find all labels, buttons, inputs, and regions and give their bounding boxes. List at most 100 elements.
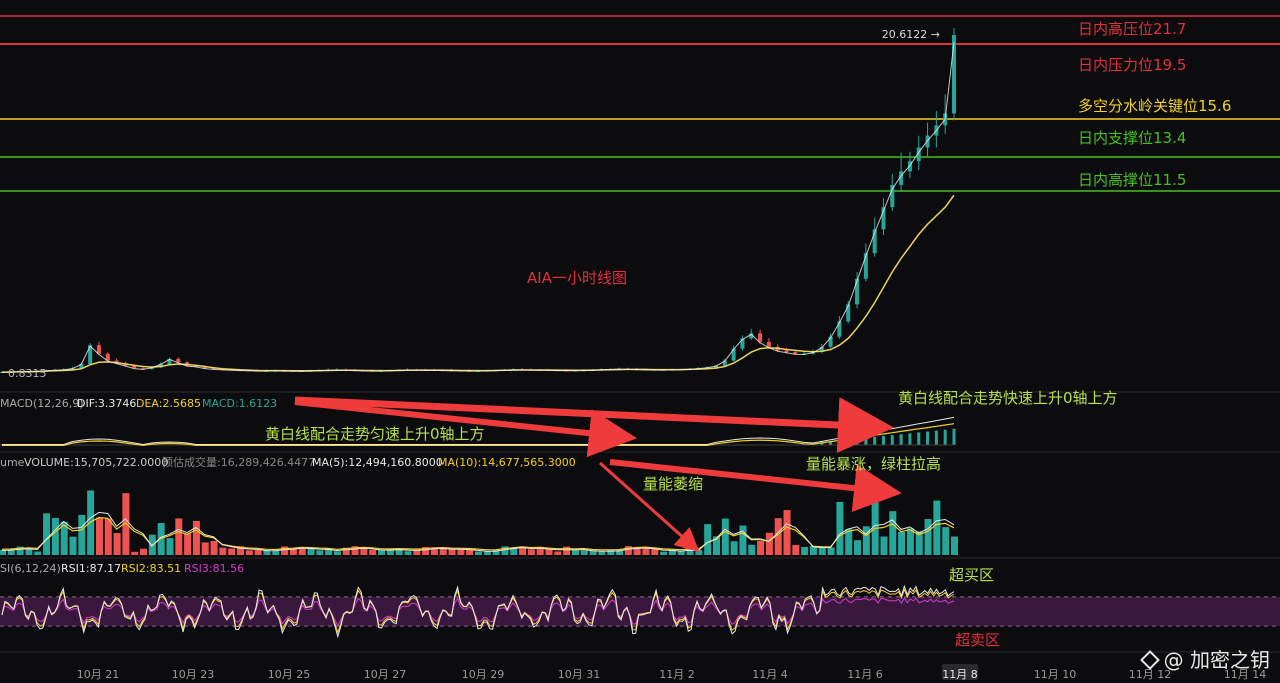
volume-bar — [281, 546, 289, 555]
volume-bar — [254, 549, 262, 555]
macd-annotation-2: 黄白线配合走势快速上升0轴上方 — [898, 389, 1118, 407]
volume-ma5: MA(5):12,494,160.8000 — [312, 456, 443, 469]
volume-bar — [131, 551, 139, 555]
rsi-overbought-label: 超买区 — [949, 566, 994, 584]
volume-bar — [730, 541, 738, 555]
level-label: 日内支撑位13.4 — [1078, 129, 1186, 147]
volume-bar — [571, 549, 579, 555]
candle-body — [766, 341, 771, 347]
macd-bar — [864, 437, 868, 445]
chart-title: AIA一小时线图 — [527, 269, 627, 287]
volume-bar — [272, 551, 280, 555]
candle-body — [784, 350, 789, 353]
rsi1-value: RSI1:87.17 — [61, 562, 121, 575]
volume-bar — [818, 546, 826, 555]
watermark: @ 加密之钥 — [1140, 644, 1270, 673]
rsi3-value: RSI3:81.56 — [184, 562, 244, 575]
volume-bar — [104, 518, 112, 555]
macd-annotation-1: 黄白线配合走势匀速上升0轴上方 — [265, 425, 485, 443]
volume-annotation-2: 量能暴涨，绿柱拉高 — [806, 455, 941, 473]
volume-bar — [704, 524, 712, 555]
x-axis: 10月 21 10月 23 10月 25 10月 27 10月 29 10月 31 11月 … — [77, 664, 1266, 681]
volume-bar — [783, 510, 791, 555]
volume-bar — [404, 551, 412, 555]
x-tick-label: 10月 29 — [462, 668, 505, 681]
volume-bar — [192, 520, 200, 555]
candle-body — [758, 333, 763, 342]
volume-bar — [880, 536, 888, 555]
volume-bar — [933, 500, 941, 555]
macd-bar — [899, 434, 903, 445]
volume-bar — [113, 533, 121, 555]
volume-bar — [475, 551, 482, 555]
binance-square-icon — [1140, 650, 1158, 668]
volume-bar — [527, 549, 535, 555]
level-label: 多空分水岭关键位15.6 — [1078, 97, 1231, 115]
volume-value: VOLUME:15,705,722.0000 — [24, 456, 168, 469]
rsi-header-label: SI(6,12,24) — [0, 562, 61, 575]
volume-bar — [140, 548, 148, 555]
macd-dif: DIF:3.3746 — [77, 397, 136, 410]
macd-bar — [943, 429, 947, 445]
volume-bar — [563, 546, 571, 555]
ma-fast-line — [1, 41, 955, 373]
volume-bar — [757, 541, 765, 555]
volume-bar — [69, 536, 77, 555]
x-tick-label: 10月 21 — [77, 668, 120, 681]
macd-bar — [890, 435, 894, 445]
volume-bar — [748, 544, 756, 555]
macd-bar — [837, 440, 841, 445]
x-tick-label: 11月 6 — [847, 668, 883, 681]
volume-bar — [951, 536, 958, 555]
volume-header-label: ume — [0, 456, 25, 469]
macd-bar — [917, 432, 921, 445]
volume-bar — [924, 519, 932, 555]
macd-value: MACD:1.6123 — [202, 397, 277, 410]
x-tick-label: 11月 10 — [1034, 668, 1077, 681]
x-tick-label: 10月 31 — [558, 668, 601, 681]
volume-ma5-line — [1, 511, 955, 552]
volume-bar — [360, 548, 368, 555]
x-tick-label: 11月 2 — [659, 668, 695, 681]
volume-bar — [228, 548, 236, 555]
volume-bar — [87, 490, 95, 555]
volume-bar — [827, 547, 835, 555]
candle-body — [952, 35, 956, 114]
volume-bar — [43, 513, 51, 555]
volume-bar — [175, 518, 183, 555]
level-label: 日内压力位19.5 — [1078, 56, 1186, 74]
volume-bar — [801, 546, 809, 555]
macd-dea: DEA:2.5685 — [136, 397, 201, 410]
volume-bar — [739, 525, 747, 555]
volume-bar — [245, 550, 253, 555]
volume-annotation-1: 量能萎缩 — [643, 475, 703, 493]
macd-bar — [873, 436, 877, 445]
volume-bar — [862, 526, 870, 555]
volume-bar — [598, 551, 606, 555]
x-tick-label: 10月 27 — [364, 668, 407, 681]
x-tick-label: 11月 4 — [752, 668, 788, 681]
volume-bar — [439, 548, 447, 555]
volume-bar — [545, 549, 553, 555]
start-price-label: 0.8315 — [8, 367, 47, 380]
volume-bar — [219, 547, 227, 555]
volume-bar — [34, 551, 42, 555]
macd-bar — [952, 428, 956, 445]
rsi2-value: RSI2:83.51 — [121, 562, 181, 575]
x-tick-label: 10月 23 — [172, 668, 215, 681]
volume-bar — [942, 527, 950, 555]
level-label: 日内高压位21.7 — [1078, 20, 1186, 38]
macd-bar — [934, 430, 938, 445]
volume-bar — [51, 517, 59, 555]
volume-bar — [378, 549, 386, 555]
level-label: 日内高撑位11.5 — [1078, 171, 1186, 189]
volume-estimate: 预估成交量:16,289,426.4477 — [162, 455, 315, 469]
volume-bar — [580, 550, 588, 555]
price-panel: 日内高压位21.7 日内压力位19.5 多空分水岭关键位15.6 日内支撑位13.4 日… — [0, 15, 1280, 380]
volume-bar — [448, 548, 456, 555]
chart-canvas: 日内高压位21.7 日内压力位19.5 多空分水岭关键位15.6 日内支撑位13.4 日… — [0, 15, 1280, 681]
ma-line — [1, 194, 955, 373]
volume-ma10: MA(10):14,677,565.3000 — [438, 456, 576, 469]
macd-header-label: MACD(12,26,9) — [0, 397, 84, 410]
last-price-label: 20.6122 → — [882, 28, 940, 41]
